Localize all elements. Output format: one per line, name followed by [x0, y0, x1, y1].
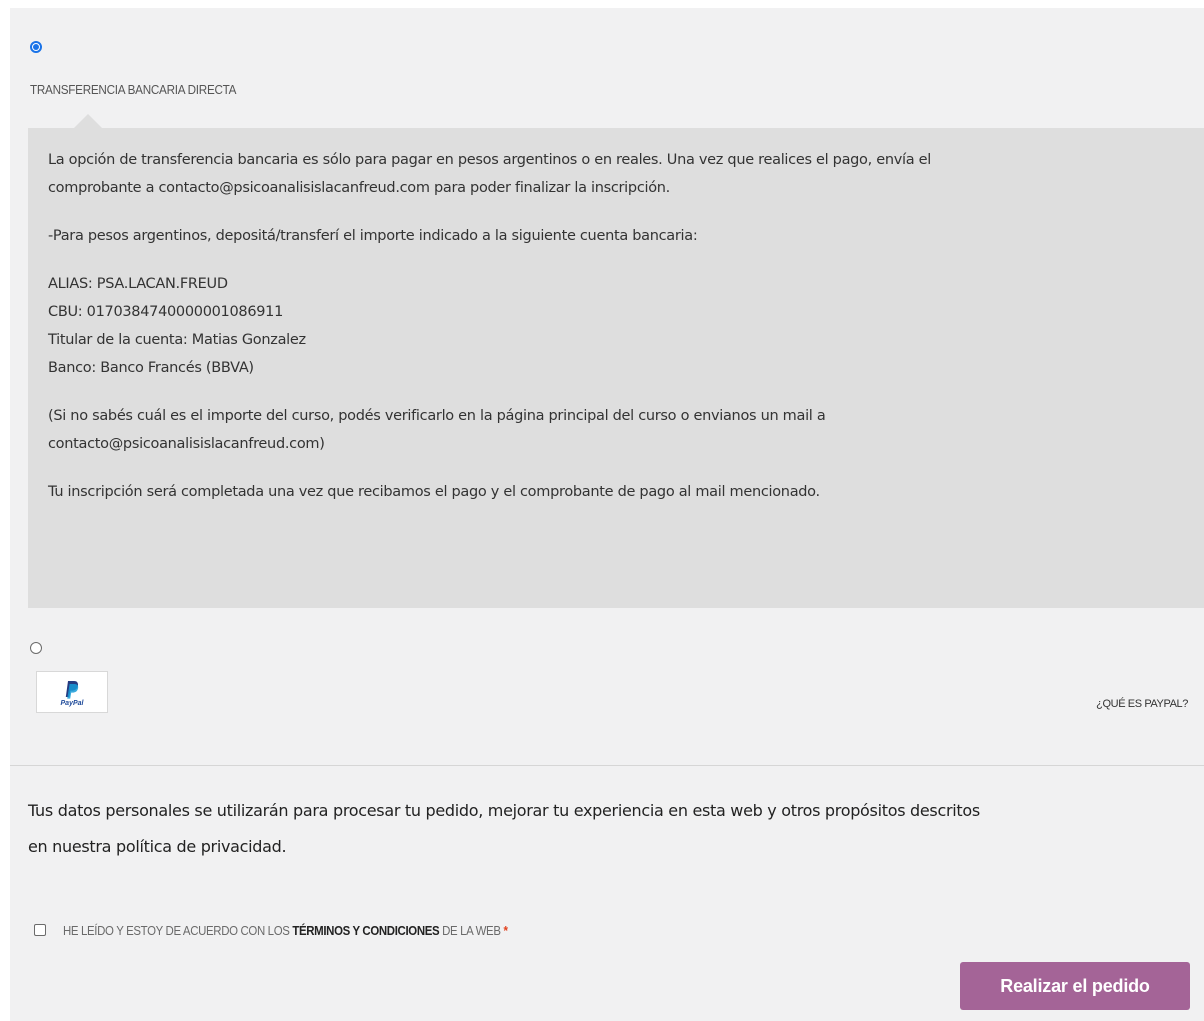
description-line: -Para pesos argentinos, depositá/transfe… — [48, 228, 698, 244]
terms-row: HE LEÍDO Y ESTOY DE ACUERDO CON LOS TÉRM… — [34, 922, 568, 938]
paypal-logo-icon[interactable]: PayPal — [36, 671, 108, 713]
paypal-wordmark: PayPal — [60, 700, 84, 707]
privacy-line: Tus datos personales se utilizarán para … — [28, 801, 980, 820]
paypal-radio[interactable] — [30, 642, 42, 654]
description-line: Tu inscripción será completada una vez q… — [48, 484, 820, 500]
description-line: contacto@psicoanalisislacanfreud.com) — [48, 436, 325, 452]
section-divider — [10, 765, 1204, 766]
bank-transfer-description-text: La opción de transferencia bancaria es s… — [48, 146, 1188, 506]
bank-name: Banco: Banco Francés (BBVA) — [48, 360, 254, 376]
terms-prefix: HE LEÍDO Y ESTOY DE ACUERDO CON LOS — [63, 922, 293, 938]
privacy-line: en nuestra política de privacidad. — [28, 837, 287, 856]
bank-holder: Titular de la cuenta: Matias Gonzalez — [48, 332, 306, 348]
description-pointer — [74, 114, 102, 128]
bank-alias: ALIAS: PSA.LACAN.FREUD — [48, 276, 228, 292]
bank-transfer-label[interactable]: TRANSFERENCIA BANCARIA DIRECTA — [30, 82, 236, 97]
place-order-button[interactable]: Realizar el pedido — [960, 962, 1190, 1010]
description-line: (Si no sabés cuál es el importe del curs… — [48, 408, 826, 424]
description-line: La opción de transferencia bancaria es s… — [48, 152, 932, 168]
what-is-paypal-link[interactable]: ¿QUÉ ES PAYPAL? — [1096, 698, 1188, 710]
description-line: comprobante a contacto@psicoanalisislaca… — [48, 180, 670, 196]
bank-cbu: CBU: 0170384740000001086911 — [48, 304, 284, 320]
privacy-notice: Tus datos personales se utilizarán para … — [28, 793, 1198, 865]
terms-checkbox[interactable] — [34, 924, 46, 936]
terms-label[interactable]: HE LEÍDO Y ESTOY DE ACUERDO CON LOS TÉRM… — [63, 923, 508, 938]
top-border — [0, 0, 1204, 8]
required-mark: * — [503, 922, 508, 938]
terms-suffix: DE LA WEB — [439, 922, 504, 938]
paypal-mark-icon — [65, 681, 79, 699]
bank-transfer-radio[interactable] — [30, 41, 42, 53]
terms-link[interactable]: TÉRMINOS Y CONDICIONES — [292, 923, 439, 938]
